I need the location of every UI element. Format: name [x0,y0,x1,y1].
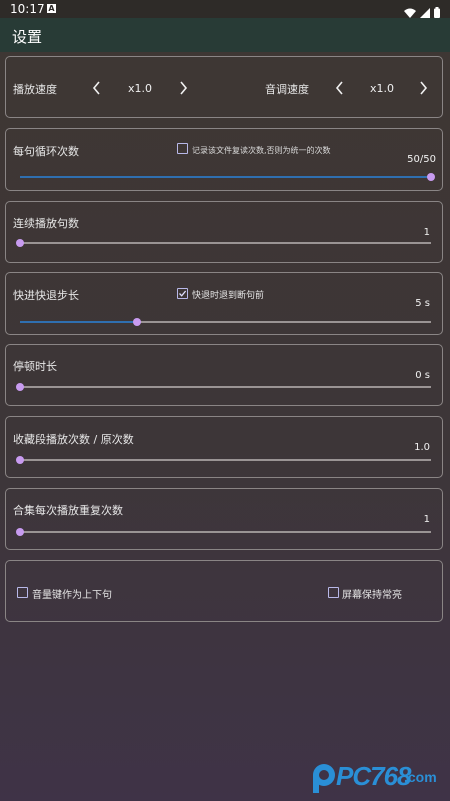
continuous-play-slider[interactable] [16,239,431,247]
collection-repeat-value: 1 [423,514,430,525]
pitch-speed-label: 音调速度 [265,83,309,96]
pause-duration-label: 停顿时长 [13,360,57,373]
pitch-speed-value: x1.0 [370,82,395,95]
chevron-left-icon [92,81,100,95]
status-bar: 10:17 A [0,0,450,18]
slider-thumb[interactable] [16,383,24,391]
keep-screen-on-checkbox[interactable] [328,587,339,598]
keep-screen-on-label: 屏幕保持常亮 [342,590,402,601]
continuous-play-label: 连续播放句数 [13,217,79,230]
step-length-card: 快进快退步长 快退时退到断句前 5 s [5,272,443,335]
a-box-icon: A [47,4,56,13]
step-length-slider[interactable] [20,318,431,326]
favorite-play-value: 1.0 [414,442,430,453]
collection-repeat-label: 合集每次播放重复次数 [13,504,123,517]
chevron-right-icon [180,81,188,95]
watermark-text: PC768 [336,761,411,791]
slider-thumb[interactable] [427,173,435,181]
step-length-value: 5 s [415,298,430,309]
record-count-checkbox-label: 记录该文件复读次数,否则为统一的次数 [192,146,331,155]
chevron-right-icon [420,81,428,95]
rewind-to-break-checkbox-label: 快退时退到断句前 [192,291,265,301]
loop-count-slider[interactable] [20,173,435,181]
step-length-label: 快进快退步长 [13,289,79,302]
slider-thumb[interactable] [16,456,24,464]
watermark-logo: PC768 .com [310,757,442,795]
collection-repeat-slider[interactable] [16,528,431,536]
checkmark-icon [179,290,187,297]
page-title: 设置 [12,28,43,46]
watermark-suffix: .com [404,769,437,785]
loop-count-card: 每句循环次数 记录该文件复读次数,否则为统一的次数 50/50 [5,128,443,191]
favorite-play-card: 收藏段播放次数 / 原次数 1.0 [5,416,443,478]
play-speed-decrease-button[interactable] [88,79,106,97]
pause-duration-card: 停顿时长 0 s [5,344,443,406]
speed-card: 播放速度 x1.0 音调速度 x1.0 [5,56,443,118]
app-bar: 设置 [0,18,450,52]
pitch-speed-increase-button[interactable] [414,79,432,97]
favorite-play-label: 收藏段播放次数 / 原次数 [13,433,134,446]
continuous-play-value: 1 [423,227,430,238]
slider-thumb[interactable] [16,239,24,247]
play-speed-value: x1.0 [128,82,153,95]
slider-thumb[interactable] [16,528,24,536]
slider-fill [20,176,431,178]
play-speed-increase-button[interactable] [174,79,192,97]
favorite-play-slider[interactable] [16,456,431,464]
status-time: 10:17 [10,2,45,16]
options-card: 音量键作为上下句 屏幕保持常亮 [5,560,443,622]
pause-duration-value: 0 s [415,370,430,381]
volume-key-label: 音量键作为上下句 [32,590,112,601]
play-speed-label: 播放速度 [13,83,57,96]
slider-fill [20,321,138,323]
rewind-to-break-checkbox[interactable] [177,288,188,299]
collection-repeat-card: 合集每次播放重复次数 1 [5,488,443,550]
loop-count-label: 每句循环次数 [13,145,79,158]
loop-count-value: 50/50 [407,154,436,165]
volume-key-checkbox[interactable] [17,587,28,598]
record-count-checkbox[interactable] [177,143,188,154]
slider-thumb[interactable] [133,318,142,326]
pause-duration-slider[interactable] [16,383,431,391]
chevron-left-icon [335,81,343,95]
pitch-speed-decrease-button[interactable] [331,79,349,97]
continuous-play-card: 连续播放句数 1 [5,201,443,263]
